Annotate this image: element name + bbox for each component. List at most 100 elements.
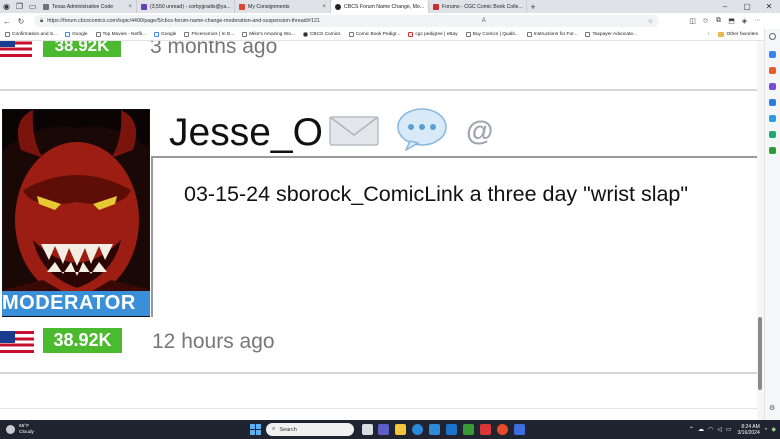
- tab-label: Forums - CGC Comic Book Colle...: [442, 3, 523, 10]
- user-avatar[interactable]: [2, 109, 150, 317]
- profile-icon[interactable]: ◉: [0, 0, 13, 13]
- wifi-icon[interactable]: ◠: [708, 426, 713, 433]
- chat-bubble-icon[interactable]: [396, 107, 448, 152]
- favorite-item[interactable]: Top Movies - Netfli...: [95, 32, 146, 37]
- read-aloud-icon[interactable]: A: [476, 18, 486, 24]
- task-view-icon[interactable]: [362, 424, 373, 435]
- favorite-item[interactable]: Buy Comics | Qualit...: [465, 32, 519, 37]
- notification-bell-icon[interactable]: ◔: [764, 427, 768, 433]
- favorite-label: Google: [160, 32, 177, 37]
- other-favorites[interactable]: › Other favorites: [708, 32, 758, 37]
- mention-icon[interactable]: @: [466, 115, 493, 147]
- outlook-icon[interactable]: [769, 115, 776, 122]
- username[interactable]: Jesse_O: [169, 111, 323, 155]
- more-icon[interactable]: ···: [751, 17, 764, 25]
- weather-widget[interactable]: 65°F Cloudy: [6, 420, 34, 439]
- post-header-underline: [152, 156, 757, 158]
- ebay-icon: [408, 32, 414, 37]
- tab-yahoo-mail[interactable]: (3,550 unread) - corbygradis@ya... ×: [137, 0, 235, 13]
- refresh-icon[interactable]: ↻: [14, 17, 28, 26]
- workspaces-icon[interactable]: ❐: [13, 0, 26, 13]
- favorite-item[interactable]: Taxpayer Advocate...: [585, 32, 637, 37]
- drop-icon[interactable]: [769, 131, 776, 138]
- excel-icon[interactable]: [463, 424, 474, 435]
- tab-cgc-forums[interactable]: Forums - CGC Comic Book Colle... ×: [429, 0, 527, 13]
- chevron-up-icon[interactable]: ⌃: [689, 426, 694, 433]
- post-time[interactable]: 12 hours ago: [152, 330, 275, 354]
- favorites-icon[interactable]: ✩: [699, 17, 712, 25]
- favorite-item[interactable]: Google: [65, 32, 88, 37]
- teams-icon[interactable]: [378, 424, 389, 435]
- shopping-icon[interactable]: [769, 67, 776, 74]
- games-icon[interactable]: [769, 99, 776, 106]
- volume-icon[interactable]: ◁: [717, 426, 722, 433]
- favorite-label: CBCS Comics: [309, 32, 341, 37]
- page-icon: [585, 32, 591, 37]
- tab-my-consignments[interactable]: My Consignments ×: [235, 0, 331, 13]
- taskbar-search[interactable]: ⌕ Search: [266, 423, 354, 436]
- back-icon[interactable]: ←: [0, 17, 14, 26]
- favorite-item[interactable]: Confirmation and S...: [5, 32, 57, 37]
- mail-app-icon[interactable]: [446, 424, 457, 435]
- page-icon: [95, 32, 101, 37]
- tab-actions-icon[interactable]: ▭: [26, 0, 39, 13]
- post-divider: [0, 408, 757, 409]
- reputation-badge[interactable]: 38.92K: [43, 41, 121, 57]
- favorite-item[interactable]: Google: [153, 32, 177, 37]
- new-tab-button[interactable]: +: [527, 2, 539, 12]
- favorite-item[interactable]: CBCS Comics: [302, 32, 341, 37]
- edge-browser-icon[interactable]: [412, 424, 423, 435]
- tab-strip: ◉ ❐ ▭ Texas Administrative Code × (3,550…: [0, 0, 780, 13]
- favorite-item[interactable]: Mike's Amazing Wo...: [242, 32, 295, 37]
- battery-icon[interactable]: ▭: [726, 426, 732, 433]
- close-tab-icon[interactable]: ×: [319, 4, 326, 10]
- minimize-icon[interactable]: –: [714, 2, 736, 11]
- page-icon: [43, 3, 49, 10]
- post-column-divider: [151, 156, 153, 317]
- app-icon[interactable]: [514, 424, 525, 435]
- favorite-label: Confirmation and S...: [12, 32, 58, 37]
- url-field[interactable]: 🔒︎ https://forum.cbcscomics.com/topic/44…: [34, 15, 659, 27]
- copilot-icon[interactable]: ◈: [738, 17, 751, 25]
- app-icon[interactable]: [480, 424, 491, 435]
- lock-icon[interactable]: 🔒︎: [40, 18, 43, 25]
- page-icon: [5, 32, 10, 37]
- onedrive-icon[interactable]: ☁: [698, 426, 704, 433]
- tab-label: (3,550 unread) - corbygradis@ya...: [150, 3, 231, 10]
- toolbar-icons: ◫ ✩ ⧉ ⬒ ◈ ···: [686, 17, 764, 25]
- tab-cbcs-forum[interactable]: CBCS Forum Name Change, Mo... ×: [331, 0, 429, 13]
- chevron-right-icon[interactable]: ›: [708, 32, 710, 37]
- extensions-icon[interactable]: ⬒: [725, 17, 738, 25]
- mail-icon[interactable]: [328, 113, 380, 149]
- favorite-star-icon[interactable]: ☆: [642, 18, 653, 25]
- tab-texas-admin-code[interactable]: Texas Administrative Code ×: [39, 0, 137, 13]
- file-explorer-icon[interactable]: [395, 424, 406, 435]
- office-icon[interactable]: [769, 147, 776, 154]
- search-icon[interactable]: [769, 33, 776, 40]
- favorite-item[interactable]: Instructions for For...: [526, 32, 577, 37]
- start-button[interactable]: [250, 424, 261, 435]
- tools-icon[interactable]: [769, 83, 776, 90]
- close-window-icon[interactable]: ✕: [758, 2, 780, 11]
- windows-taskbar: 65°F Cloudy ⌕ Search ⌃ ☁ ◠ ◁ ▭ 8:24 AM 3…: [0, 420, 780, 439]
- scrollbar-thumb[interactable]: [758, 317, 762, 390]
- copilot-taskbar-icon[interactable]: ◆: [771, 426, 776, 433]
- favorite-item[interactable]: Pricenomics | In D...: [184, 32, 234, 37]
- tab-label: Texas Administrative Code: [52, 3, 114, 10]
- favorite-item[interactable]: Comic Book Pedigr...: [348, 32, 400, 37]
- copilot-icon[interactable]: [769, 51, 776, 58]
- clock[interactable]: 8:24 AM 3/16/2024: [738, 424, 760, 436]
- maximize-icon[interactable]: ▢: [736, 2, 758, 11]
- system-tray: ⌃ ☁ ◠ ◁ ▭ 8:24 AM 3/16/2024 ◔ ◆: [685, 420, 776, 439]
- post-time[interactable]: 3 months ago: [150, 41, 277, 59]
- reputation-badge[interactable]: 38.92K: [43, 328, 122, 353]
- post-content: 03-15-24 sborock_ComicLink a three day "…: [184, 182, 689, 206]
- chrome-icon[interactable]: [497, 424, 508, 435]
- favorite-item[interactable]: cgc pedigree | eBay: [408, 32, 458, 37]
- close-tab-icon[interactable]: ×: [125, 4, 132, 10]
- settings-gear-icon[interactable]: ⚙: [769, 405, 776, 412]
- collections-icon[interactable]: ⧉: [712, 17, 725, 25]
- page-icon: [242, 32, 248, 37]
- split-screen-icon[interactable]: ◫: [686, 17, 699, 25]
- store-icon[interactable]: [429, 424, 440, 435]
